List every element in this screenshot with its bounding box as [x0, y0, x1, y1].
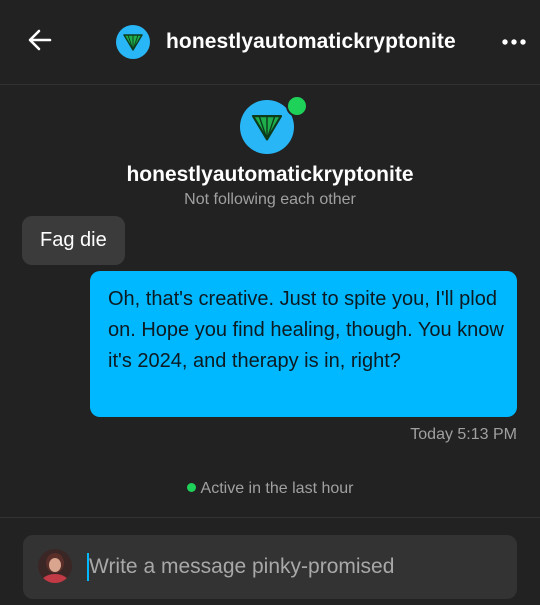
header-avatar[interactable] — [116, 25, 150, 59]
profile-avatar-container[interactable] — [240, 95, 308, 156]
message-composer[interactable] — [23, 535, 517, 599]
active-status: Active in the last hour — [0, 480, 540, 498]
chat-header: honestlyautomatickryptonite — [0, 0, 540, 85]
user-avatar — [38, 549, 72, 583]
active-dot-icon — [186, 483, 196, 492]
active-status-text: Active in the last hour — [200, 480, 354, 497]
divider — [0, 517, 540, 518]
cone-icon — [251, 115, 283, 141]
outgoing-message-bubble[interactable]: Oh, that's creative. Just to spite you, … — [90, 271, 517, 417]
profile-username[interactable]: honestlyautomatickryptonite — [0, 163, 540, 187]
follow-relation-text: Not following each other — [184, 191, 356, 208]
incoming-message-bubble[interactable]: Fag die — [22, 216, 125, 265]
back-arrow-icon[interactable] — [26, 26, 54, 54]
message-timestamp: Today 5:13 PM — [410, 426, 517, 443]
more-options-icon[interactable] — [500, 32, 528, 52]
cone-icon — [123, 34, 143, 51]
header-username[interactable]: honestlyautomatickryptonite — [166, 30, 456, 54]
message-input[interactable] — [89, 535, 504, 599]
online-indicator — [286, 95, 308, 117]
